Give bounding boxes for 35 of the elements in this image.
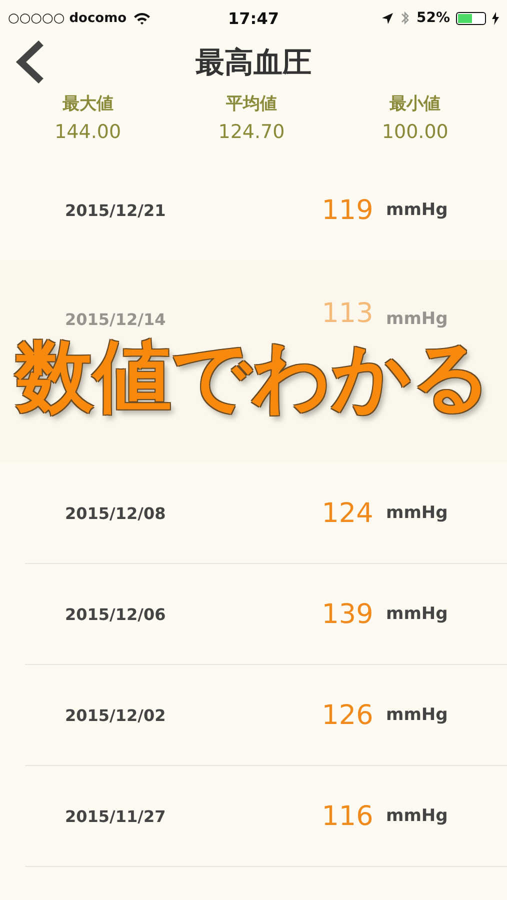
back-chevron-icon[interactable]: [14, 40, 46, 84]
charging-bolt-icon: [492, 12, 499, 24]
unit-label: mmHg: [386, 604, 448, 624]
stat-value: 124.70: [218, 121, 285, 143]
reading-value: 126: [320, 700, 374, 730]
location-arrow-icon: [381, 12, 394, 24]
reading-value: 116: [320, 800, 374, 832]
carrier-name: ○○○○○ docomo: [8, 10, 127, 26]
stat-label: 平均値: [226, 93, 277, 115]
unit-label: mmHg: [386, 503, 448, 523]
unit-label: mmHg: [386, 309, 448, 329]
date-label: 2015/12/08: [65, 504, 167, 522]
stat-label: 最小値: [390, 93, 441, 115]
reading-value: 124: [320, 498, 374, 528]
battery-icon: [456, 12, 486, 24]
stat-label: 最大値: [62, 93, 114, 115]
overlay-caption: 数値でわかる: [16, 331, 492, 424]
unit-label: mmHg: [386, 806, 448, 826]
unit-label: mmHg: [386, 200, 448, 220]
date-label: 2015/12/06: [65, 604, 167, 624]
date-label: 2015/11/27: [65, 806, 167, 826]
bluetooth-icon: [400, 10, 410, 26]
date-label: 2015/12/02: [65, 706, 167, 724]
battery-percent: 52%: [416, 10, 450, 26]
stat-value: 144.00: [54, 121, 122, 143]
screen-title: 最高血圧: [196, 44, 312, 81]
unit-label: mmHg: [386, 705, 448, 725]
clock-time: 17:47: [228, 8, 279, 28]
date-label: 2015/12/14: [65, 310, 167, 329]
reading-value: 113: [320, 298, 374, 329]
date-label: 2015/12/21: [65, 200, 167, 220]
stat-value: 100.00: [382, 121, 448, 143]
reading-value: 119: [320, 194, 374, 226]
wifi-icon: [132, 12, 151, 24]
reading-value: 139: [320, 598, 374, 630]
